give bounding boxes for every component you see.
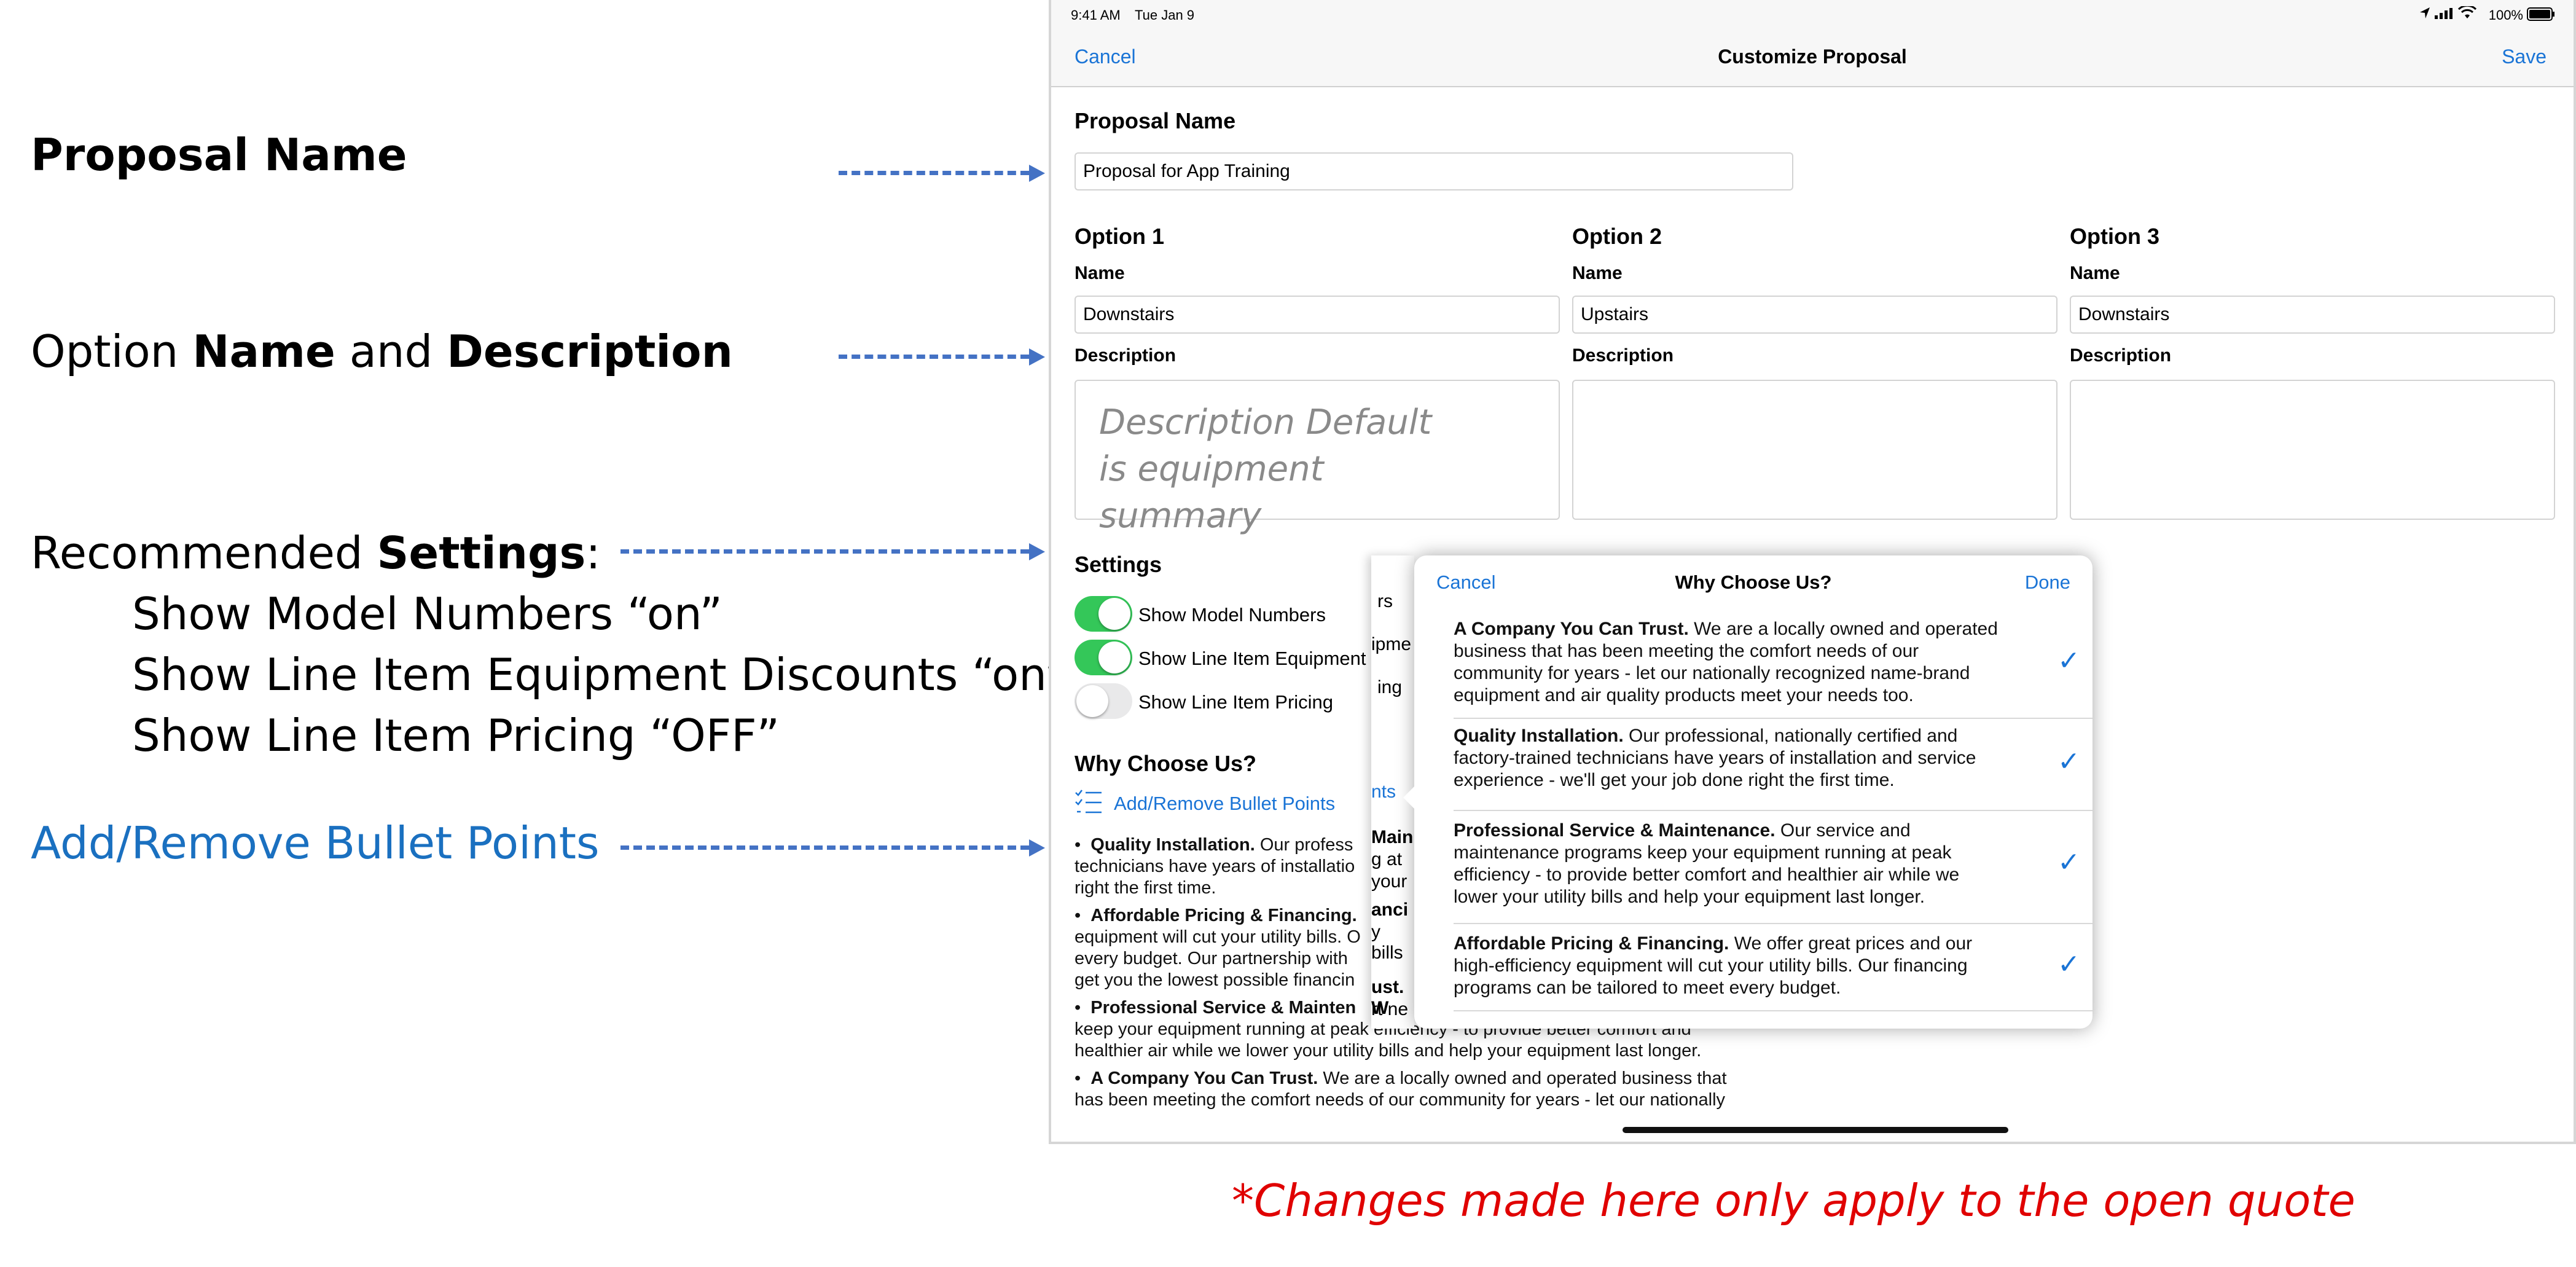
- option1-title: Option 1: [1075, 224, 1164, 249]
- sheet-peek-text: ing: [1377, 677, 1403, 697]
- list-icon: [1075, 789, 1103, 819]
- popover-row[interactable]: Affordable Pricing & Financing. We offer…: [1454, 924, 2093, 1011]
- show-model-numbers-toggle[interactable]: [1075, 596, 1132, 632]
- sheet-peek-text: nts: [1371, 782, 1396, 802]
- annotation-settings-line2: Show Line Item Equipment Discounts “on”: [132, 649, 1068, 700]
- checkmark-icon: ✓: [2057, 847, 2080, 877]
- annotation-settings-prefix: Recommended: [31, 527, 363, 579]
- cancel-button[interactable]: Cancel: [1075, 45, 1136, 68]
- battery-percent: 100%: [2488, 7, 2523, 23]
- sheet-peek-text: anci: [1371, 900, 1409, 920]
- popover-done-button[interactable]: Done: [2025, 571, 2070, 594]
- signal-icon: [2435, 7, 2453, 23]
- popover-title: Why Choose Us?: [1675, 571, 1832, 593]
- arrow-option: [839, 348, 1045, 366]
- annotation-proposal-name-text: Proposal Name: [31, 129, 407, 181]
- show-line-item-discounts-label: Show Line Item Equipment D: [1138, 648, 1385, 669]
- location-icon: [2419, 6, 2431, 23]
- popover-row[interactable]: Quality Installation. Our professional, …: [1454, 719, 2093, 811]
- option3-description-field[interactable]: [2070, 380, 2555, 520]
- option1-description-hint: Description Default is equipment summary: [1099, 402, 1432, 536]
- popover-row[interactable]: A Company You Can Trust. We are a locall…: [1454, 616, 2093, 719]
- arrow-settings: [621, 543, 1045, 560]
- nav-title: Customize Proposal: [1718, 45, 1907, 68]
- checkmark-icon: ✓: [2057, 949, 2080, 979]
- sheet-peek-text: g at: [1371, 849, 1403, 869]
- option3-title: Option 3: [2070, 224, 2159, 249]
- status-date: Tue Jan 9: [1135, 7, 1195, 23]
- popover-nav: Cancel Why Choose Us? Done: [1414, 555, 2093, 611]
- footnote: *Changes made here only apply to the ope…: [1232, 1175, 2355, 1226]
- sheet-peek-text: Main: [1371, 827, 1414, 847]
- annotation-option-prefix: Option: [31, 326, 179, 377]
- why-choose-us-popover: Cancel Why Choose Us? Done A Company You…: [1414, 555, 2093, 1029]
- sheet-peek-text: ipme: [1371, 634, 1412, 654]
- option1-name-field[interactable]: Downstairs: [1075, 296, 1560, 334]
- option1-description-field[interactable]: Description Default is equipment summary: [1075, 380, 1560, 536]
- status-time: 9:41 AM: [1071, 7, 1121, 23]
- sheet-peek-text: rs: [1377, 591, 1393, 611]
- settings-title: Settings: [1075, 552, 1162, 577]
- annotation-settings-colon: :: [585, 527, 601, 579]
- annotation-option: Option Name and Description: [31, 326, 733, 377]
- option2-title: Option 2: [1572, 224, 1662, 249]
- sheet-peek-text: rt ne: [1371, 999, 1409, 1019]
- arrow-proposal-name: [839, 165, 1045, 182]
- navigation-bar: Customize Proposal Cancel Save: [1051, 32, 2574, 87]
- wifi-icon: [2457, 4, 2477, 23]
- add-remove-bullet-points-button[interactable]: Add/Remove Bullet Points: [1114, 793, 1335, 815]
- proposal-name-field[interactable]: Proposal for App Training: [1075, 152, 1793, 190]
- show-line-item-pricing-label: Show Line Item Pricing: [1138, 691, 1334, 713]
- option1-name-label: Name: [1075, 263, 1125, 283]
- proposal-name-label: Proposal Name: [1075, 108, 1236, 133]
- save-button[interactable]: Save: [2502, 45, 2547, 68]
- popover-arrow: [1403, 784, 1417, 811]
- show-line-item-pricing-toggle[interactable]: [1075, 683, 1132, 719]
- annotation-settings-line1: Show Model Numbers “on”: [132, 588, 722, 640]
- list-item: • A Company You Can Trust. We are a loca…: [1075, 1069, 1727, 1110]
- annotation-bullet-points: Add/Remove Bullet Points: [31, 817, 600, 869]
- option3-name-field[interactable]: Downstairs: [2070, 296, 2555, 334]
- battery-icon: [2527, 7, 2555, 25]
- checkmark-icon: ✓: [2057, 646, 2080, 676]
- option2-name-field[interactable]: Upstairs: [1572, 296, 2057, 334]
- annotation-option-description: Description: [447, 326, 733, 377]
- show-line-item-discounts-toggle[interactable]: [1075, 640, 1132, 675]
- home-indicator: [1623, 1127, 2008, 1133]
- option2-description-label: Description: [1572, 345, 1674, 366]
- option3-description-label: Description: [2070, 345, 2172, 366]
- why-choose-us-title: Why Choose Us?: [1075, 751, 1257, 776]
- annotation-option-and: and: [349, 326, 433, 377]
- checkmark-icon: ✓: [2057, 747, 2080, 777]
- option2-description-field[interactable]: [1572, 380, 2057, 520]
- option1-description-label: Description: [1075, 345, 1176, 366]
- show-model-numbers-label: Show Model Numbers: [1138, 604, 1326, 626]
- status-bar: 9:41 AM Tue Jan 9 100%: [1051, 0, 2574, 32]
- annotation-settings-word: Settings: [377, 527, 586, 579]
- sheet-peek-text: y bills: [1371, 922, 1403, 963]
- sheet-peek-text: your: [1371, 871, 1407, 892]
- annotation-option-name: Name: [192, 326, 335, 377]
- popover-row[interactable]: Professional Service & Maintenance. Our …: [1454, 811, 2093, 924]
- annotation-settings: Recommended Settings:: [31, 527, 601, 579]
- annotation-proposal-name: Proposal Name: [31, 129, 407, 181]
- arrow-bullet-points: [621, 839, 1045, 857]
- option3-name-label: Name: [2070, 263, 2120, 283]
- option2-name-label: Name: [1572, 263, 1623, 283]
- annotation-settings-line3: Show Line Item Pricing “OFF”: [132, 710, 780, 761]
